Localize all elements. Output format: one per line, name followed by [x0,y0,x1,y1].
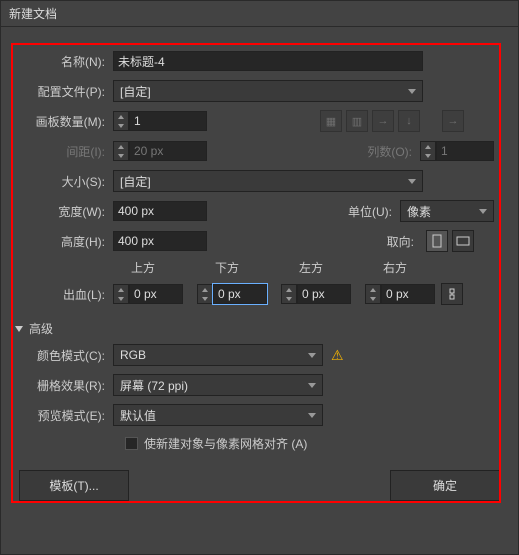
chevron-down-icon [479,209,487,214]
portrait-icon [431,234,443,248]
orient-portrait-button[interactable] [426,230,448,252]
orient-landscape-button[interactable] [452,230,474,252]
units-label: 单位(U): [336,203,400,220]
arrange-right-icon: → [372,110,394,132]
width-input[interactable] [113,201,207,221]
align-grid-label: 使新建对象与像素网格对齐 (A) [144,435,307,452]
bleed-bottom-label: 下方 [197,259,281,276]
disclosure-triangle-icon[interactable] [15,326,23,332]
preview-dropdown[interactable]: 默认值 [113,404,323,426]
ok-button[interactable]: 确定 [390,470,500,501]
orient-label: 取向: [372,233,422,250]
profile-label: 配置文件(P): [15,83,113,100]
advanced-header: 高级 [29,320,53,337]
raster-dropdown[interactable]: 屏幕 (72 ppi) [113,374,323,396]
chevron-down-icon [308,353,316,358]
warning-icon: ⚠ [331,347,344,364]
preview-value: 默认值 [120,407,156,424]
colormode-label: 颜色模式(C): [15,347,113,364]
bleed-bottom-spinner[interactable] [197,284,267,304]
preview-label: 预览模式(E): [15,407,113,424]
colormode-dropdown[interactable]: RGB [113,344,323,366]
raster-value: 屏幕 (72 ppi) [120,377,188,394]
dialog-titlebar: 新建文档 [1,1,518,27]
height-input[interactable] [113,231,207,251]
name-input[interactable] [113,51,423,71]
width-label: 宽度(W): [15,203,113,220]
ok-button-label: 确定 [433,479,457,493]
artboards-input[interactable] [129,111,207,131]
units-dropdown[interactable]: 像素 [400,200,494,222]
artboards-spinner[interactable] [113,111,207,131]
columns-spinner [420,141,494,161]
colormode-value: RGB [120,348,146,362]
link-icon [447,287,457,301]
link-bleed-button[interactable] [441,283,463,305]
bleed-top-spinner[interactable] [113,284,183,304]
bleed-bottom-input[interactable] [213,284,267,304]
bleed-label: 出血(L): [15,286,113,303]
bleed-right-label: 右方 [365,259,449,276]
profile-dropdown[interactable]: [自定] [113,80,423,102]
arrange-down-icon: ↓ [398,110,420,132]
bleed-right-input[interactable] [381,284,435,304]
chevron-down-icon [408,179,416,184]
landscape-icon [456,235,470,247]
chevron-down-icon [408,89,416,94]
chevron-down-icon [308,413,316,418]
spacing-label: 间距(I): [15,143,113,160]
align-grid-checkbox[interactable] [125,437,138,450]
templates-button[interactable]: 模板(T)... [19,470,129,501]
arrange-alt-icon: → [442,110,464,132]
chevron-down-icon [308,383,316,388]
templates-button-label: 模板(T)... [49,479,98,493]
artboards-label: 画板数量(M): [15,113,113,130]
columns-input [436,141,494,161]
bleed-left-spinner[interactable] [281,284,351,304]
columns-label: 列数(O): [356,143,420,160]
name-label: 名称(N): [15,53,113,70]
bleed-top-label: 上方 [113,259,197,276]
spacing-spinner [113,141,207,161]
grid-row-icon: ▦ [320,110,342,132]
size-label: 大小(S): [15,173,113,190]
profile-value: [自定] [120,83,151,100]
height-label: 高度(H): [15,233,113,250]
spacing-input [129,141,207,161]
bleed-right-spinner[interactable] [365,284,435,304]
size-value: [自定] [120,173,151,190]
raster-label: 栅格效果(R): [15,377,113,394]
bleed-left-input[interactable] [297,284,351,304]
size-dropdown[interactable]: [自定] [113,170,423,192]
units-value: 像素 [407,203,431,220]
dialog-title: 新建文档 [9,7,57,21]
grid-col-icon: ▥ [346,110,368,132]
bleed-left-label: 左方 [281,259,365,276]
bleed-top-input[interactable] [129,284,183,304]
